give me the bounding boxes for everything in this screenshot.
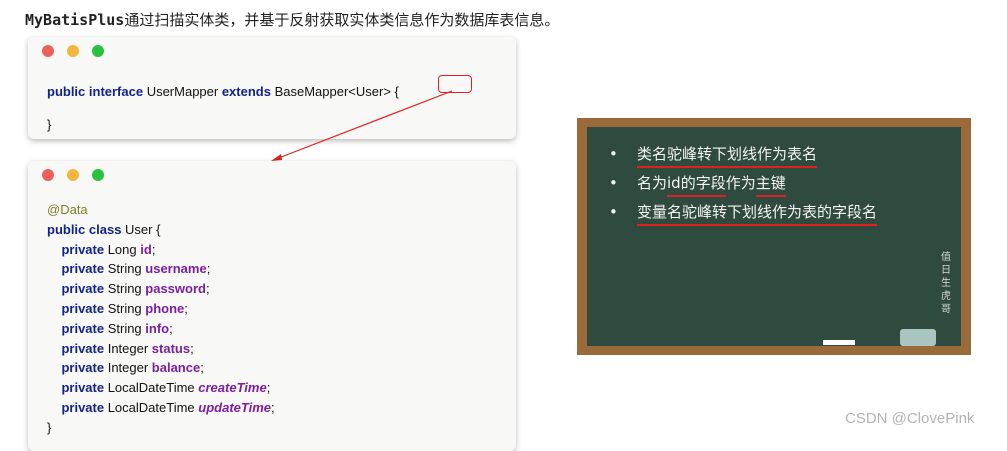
field-line: private Integer balance; — [61, 360, 203, 375]
keyword: private — [61, 281, 105, 297]
class-close-brace: } — [47, 419, 52, 435]
field-type: String — [104, 281, 146, 297]
rule-item: • 名为id的字段作为主键 — [609, 172, 877, 201]
maximize-dot-icon — [92, 169, 104, 181]
chalk-piece — [823, 340, 855, 345]
entity-code: @Data public class User { private Long i… — [47, 200, 275, 438]
field-line: private Integer status; — [61, 341, 193, 356]
semicolon: ; — [266, 380, 271, 396]
rule-text-part: 名为 — [637, 174, 668, 192]
rule-text: 名为id的字段作为主键 — [637, 172, 786, 198]
field-type: Long — [104, 241, 141, 257]
field-name: info — [145, 320, 170, 336]
semicolon: ; — [270, 399, 275, 415]
field-name: phone — [145, 300, 185, 316]
rule-text-part: 作为 — [725, 174, 756, 192]
keyword: private — [61, 241, 105, 257]
field-name: status — [151, 340, 191, 356]
blackboard-surface: • 类名驼峰转下划线作为表名 • 名为id的字段作为主键 • 变量名驼峰转下划线作为表… — [587, 127, 961, 346]
bullet-icon: • — [609, 174, 618, 192]
field-name: id — [140, 241, 152, 257]
field-type: LocalDateTime — [104, 399, 199, 415]
field-line: private String phone; — [61, 301, 187, 316]
rule-text: 类名驼峰转下划线作为表名 — [637, 143, 818, 168]
entity-code-window: @Data public class User { private Long i… — [28, 161, 516, 451]
watermark: CSDN @ClovePink — [845, 410, 975, 427]
minimize-dot-icon — [67, 169, 79, 181]
field-line: private String password; — [61, 281, 209, 296]
keyword: private — [61, 340, 105, 356]
field-line: private Long id; — [61, 242, 155, 257]
field-name: password — [145, 281, 206, 297]
keyword: private — [61, 261, 105, 277]
field-line: private LocalDateTime createTime; — [61, 380, 270, 395]
keyword: private — [61, 380, 105, 396]
semicolon: ; — [184, 300, 188, 316]
class-declaration: public class User { — [47, 222, 160, 237]
keyword: private — [61, 320, 105, 336]
field-type: String — [104, 320, 146, 336]
semicolon: ; — [206, 261, 211, 277]
field-type: LocalDateTime — [104, 380, 199, 396]
field-line: private LocalDateTime updateTime; — [61, 400, 274, 415]
field-name: username — [145, 261, 207, 277]
rule-item: • 类名驼峰转下划线作为表名 — [609, 143, 877, 172]
window-controls — [42, 169, 104, 181]
rule-text: 变量名驼峰转下划线作为表的字段名 — [637, 201, 878, 226]
blackboard: • 类名驼峰转下划线作为表名 • 名为id的字段作为主键 • 变量名驼峰转下划线作为表… — [577, 118, 971, 355]
bullet-icon: • — [609, 203, 618, 221]
field-type: Integer — [104, 340, 152, 356]
rule-text-underlined: id的字段 — [667, 172, 726, 197]
rules-list: • 类名驼峰转下划线作为表名 • 名为id的字段作为主键 • 变量名驼峰转下划线作为表… — [609, 143, 878, 230]
field-type: Integer — [104, 360, 152, 376]
keyword: private — [61, 300, 105, 316]
field-name: balance — [151, 360, 201, 376]
field-name: updateTime — [198, 399, 271, 415]
semicolon: ; — [190, 340, 194, 356]
semicolon: ; — [200, 360, 204, 376]
field-name: createTime — [198, 380, 267, 396]
field-type: String — [104, 300, 146, 316]
field-type: String — [104, 261, 146, 277]
semicolon: ; — [169, 320, 173, 336]
chalk-signature: 值 日 生 虎 哥 — [941, 252, 951, 315]
semicolon: ; — [151, 241, 156, 257]
rule-text-underlined: 主键 — [755, 172, 786, 197]
eraser — [900, 329, 936, 346]
keyword: private — [61, 399, 105, 415]
keyword: private — [61, 360, 105, 376]
keyword: public class — [47, 221, 122, 237]
code-text: User { — [121, 221, 161, 237]
semicolon: ; — [205, 281, 210, 297]
field-line: private String username; — [61, 261, 210, 276]
rule-item: • 变量名驼峰转下划线作为表的字段名 — [609, 201, 878, 230]
field-line: private String info; — [61, 321, 172, 336]
annotation: @Data — [47, 202, 88, 217]
bullet-icon: • — [609, 145, 618, 163]
close-dot-icon — [42, 169, 54, 181]
